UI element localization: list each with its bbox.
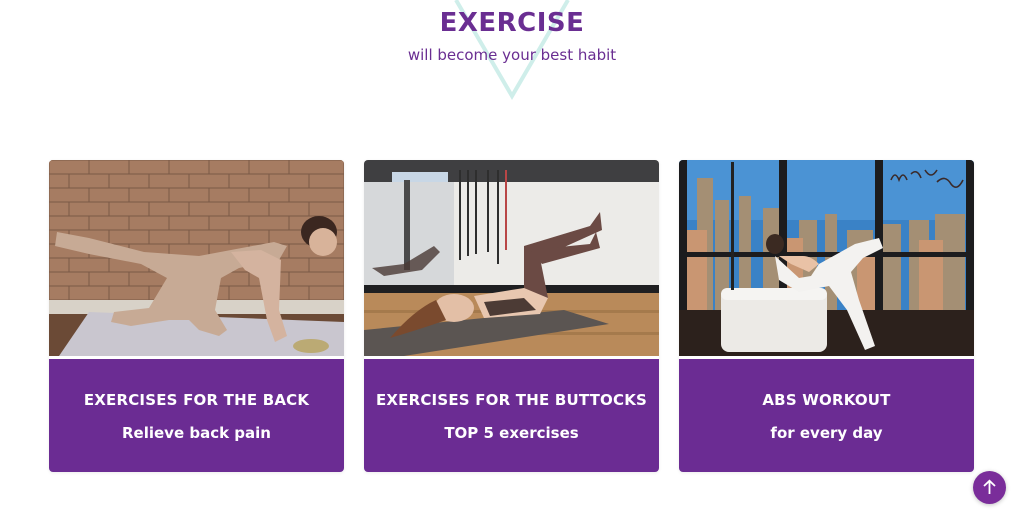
card-caption: EXERCISES FOR THE BACK Relieve back pain: [49, 359, 344, 472]
card-caption: EXERCISES FOR THE BUTTOCKS TOP 5 exercis…: [364, 359, 659, 472]
card-image-buttocks: [364, 160, 659, 356]
abs-workout-photo: [679, 160, 974, 356]
card-subtitle: TOP 5 exercises: [444, 424, 579, 442]
card-title: EXERCISES FOR THE BUTTOCKS: [375, 391, 648, 409]
buttocks-exercise-photo: [364, 160, 659, 356]
card-subtitle: Relieve back pain: [122, 424, 271, 442]
scroll-to-top-button[interactable]: [973, 471, 1006, 504]
card-back-exercises[interactable]: EXERCISES FOR THE BACK Relieve back pain: [49, 160, 344, 472]
section-subtitle: will become your best habit: [407, 46, 617, 64]
card-image-abs: [679, 160, 974, 356]
card-image-back: [49, 160, 344, 356]
card-title: EXERCISES FOR THE BACK: [83, 391, 310, 409]
card-caption: ABS WORKOUT for every day: [679, 359, 974, 472]
back-exercise-photo: [49, 160, 344, 356]
page: EXERCISE will become your best habit EXE…: [0, 0, 1024, 521]
card-title: ABS WORKOUT: [762, 391, 891, 409]
section-title: EXERCISE: [439, 8, 585, 38]
card-subtitle: for every day: [770, 424, 883, 442]
card-buttocks-exercises[interactable]: EXERCISES FOR THE BUTTOCKS TOP 5 exercis…: [364, 160, 659, 472]
card-abs-workout[interactable]: ABS WORKOUT for every day: [679, 160, 974, 472]
arrow-up-icon: [983, 479, 996, 494]
